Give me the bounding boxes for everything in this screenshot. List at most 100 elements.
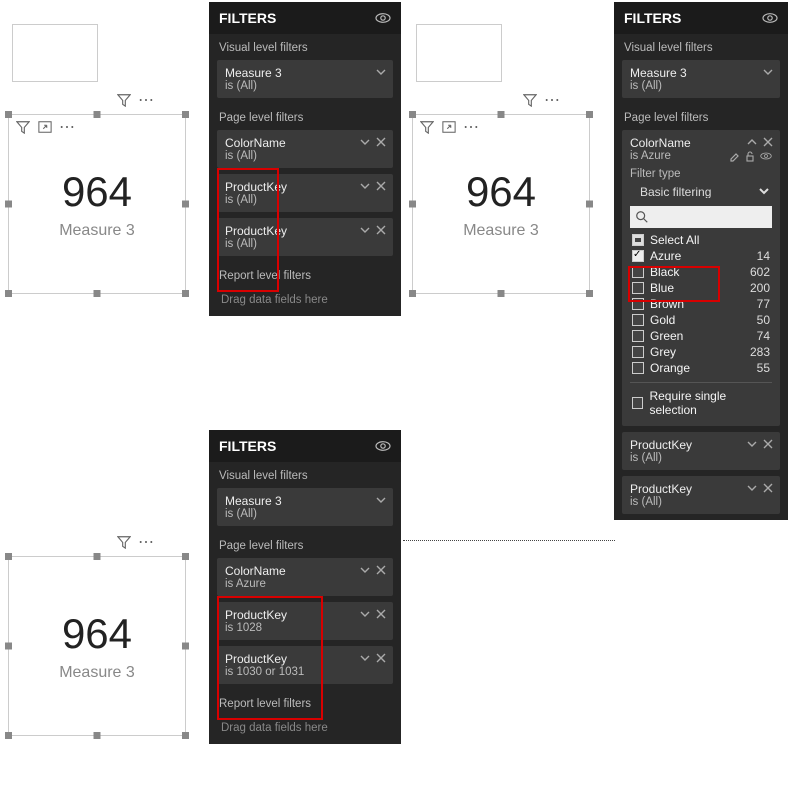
visual-filters-label: Visual level filters <box>614 34 788 60</box>
close-icon[interactable] <box>375 180 387 192</box>
option-label: Select All <box>650 233 699 247</box>
eye-icon[interactable] <box>375 438 391 454</box>
option-count: 14 <box>742 249 770 263</box>
visual-card-3[interactable]: 964 Measure 3 <box>8 556 186 736</box>
eye-icon[interactable] <box>760 150 772 162</box>
filter-measure3[interactable]: Measure 3 is (All) <box>622 60 780 98</box>
chevron-down-icon[interactable] <box>746 482 758 494</box>
focus-mode-icon[interactable] <box>441 119 457 135</box>
page-filters-label: Page level filters <box>209 104 401 130</box>
filter-productkey[interactable]: ProductKey is (All) <box>622 432 780 470</box>
filter-card-title: Measure 3 <box>630 66 772 80</box>
checkbox[interactable] <box>632 346 644 358</box>
checkbox[interactable] <box>632 362 644 374</box>
chevron-down-icon[interactable] <box>375 66 387 78</box>
checkbox[interactable] <box>632 330 644 342</box>
chevron-down-icon[interactable] <box>359 136 371 148</box>
search-box[interactable] <box>630 206 772 228</box>
panel-title: FILTERS <box>219 10 276 26</box>
card-value: 964 <box>466 168 536 216</box>
color-option-row[interactable]: Green74 <box>630 328 772 344</box>
filter-colorname[interactable]: ColorName is Azure <box>217 558 393 596</box>
filter-icon[interactable] <box>116 92 132 108</box>
filter-type-dropdown[interactable]: Basic filtering <box>630 180 772 202</box>
search-input[interactable] <box>630 206 772 228</box>
eye-icon[interactable] <box>762 10 778 26</box>
panel-title: FILTERS <box>219 438 276 454</box>
checkbox[interactable] <box>632 282 644 294</box>
focus-mode-icon[interactable] <box>37 119 53 135</box>
filter-colorname-expanded[interactable]: ColorName is Azure Filter type Basic fil… <box>622 130 780 426</box>
filter-productkey[interactable]: ProductKey is (All) <box>622 476 780 514</box>
filter-productkey[interactable]: ProductKey is (All) <box>217 218 393 256</box>
close-icon[interactable] <box>762 438 774 450</box>
close-icon[interactable] <box>762 136 774 148</box>
panel-title: FILTERS <box>624 10 681 26</box>
chevron-down-icon[interactable] <box>762 66 774 78</box>
eye-icon[interactable] <box>375 10 391 26</box>
panel-header[interactable]: FILTERS <box>614 2 788 34</box>
color-option-row[interactable]: Azure14 <box>630 248 772 264</box>
visual-card-1[interactable]: 964 Measure 3 <box>8 114 186 294</box>
option-count: 74 <box>742 329 770 343</box>
filter-colorname[interactable]: ColorName is (All) <box>217 130 393 168</box>
filter-card-sub: is (All) <box>630 80 772 92</box>
close-icon[interactable] <box>375 564 387 576</box>
more-icon[interactable] <box>59 119 75 135</box>
require-single-row[interactable]: Require single selection <box>630 382 772 418</box>
more-icon[interactable] <box>463 119 479 135</box>
eraser-icon[interactable] <box>728 150 740 162</box>
more-icon[interactable] <box>138 92 154 108</box>
panel-header[interactable]: FILTERS <box>209 430 401 462</box>
chevron-up-icon[interactable] <box>746 136 758 148</box>
checkbox[interactable] <box>632 266 644 278</box>
panel-header[interactable]: FILTERS <box>209 2 401 34</box>
checkbox[interactable] <box>632 314 644 326</box>
color-option-row[interactable]: Brown77 <box>630 296 772 312</box>
filter-productkey[interactable]: ProductKey is (All) <box>217 174 393 212</box>
checkbox[interactable] <box>632 250 644 262</box>
filter-productkey[interactable]: ProductKey is 1030 or 1031 <box>217 646 393 684</box>
drop-zone[interactable]: Drag data fields here <box>209 716 401 744</box>
option-count: 602 <box>742 265 770 279</box>
close-icon[interactable] <box>375 224 387 236</box>
drop-zone[interactable]: Drag data fields here <box>209 288 401 316</box>
color-option-row[interactable]: Blue200 <box>630 280 772 296</box>
chevron-down-icon[interactable] <box>359 224 371 236</box>
chevron-down-icon[interactable] <box>746 438 758 450</box>
filter-card-sub: is Azure <box>225 578 385 590</box>
color-option-row[interactable]: Grey283 <box>630 344 772 360</box>
card-label: Measure 3 <box>59 222 135 240</box>
chevron-down-icon[interactable] <box>359 652 371 664</box>
filter-productkey[interactable]: ProductKey is 1028 <box>217 602 393 640</box>
option-count: 283 <box>742 345 770 359</box>
visual-card-2[interactable]: 964 Measure 3 <box>412 114 590 294</box>
filter-card-sub: is (All) <box>225 150 385 162</box>
chevron-down-icon[interactable] <box>359 564 371 576</box>
color-option-row[interactable]: Orange55 <box>630 360 772 376</box>
filter-measure3[interactable]: Measure 3 is (All) <box>217 60 393 98</box>
filter-icon[interactable] <box>15 119 31 135</box>
color-option-row[interactable]: Black602 <box>630 264 772 280</box>
chevron-down-icon[interactable] <box>359 608 371 620</box>
checkbox[interactable] <box>632 298 644 310</box>
more-icon[interactable] <box>138 534 154 550</box>
chevron-down-icon[interactable] <box>375 494 387 506</box>
option-label: Blue <box>650 281 674 295</box>
filter-icon[interactable] <box>522 92 538 108</box>
close-icon[interactable] <box>375 608 387 620</box>
close-icon[interactable] <box>762 482 774 494</box>
color-option-row[interactable]: Select All <box>630 232 772 248</box>
close-icon[interactable] <box>375 136 387 148</box>
filter-measure3[interactable]: Measure 3 is (All) <box>217 488 393 526</box>
lock-icon[interactable] <box>744 150 756 162</box>
require-single-label: Require single selection <box>649 389 770 417</box>
filter-icon[interactable] <box>116 534 132 550</box>
more-icon[interactable] <box>544 92 560 108</box>
filter-icon[interactable] <box>419 119 435 135</box>
chevron-down-icon[interactable] <box>359 180 371 192</box>
checkbox[interactable] <box>632 397 643 409</box>
checkbox[interactable] <box>632 234 644 246</box>
color-option-row[interactable]: Gold50 <box>630 312 772 328</box>
close-icon[interactable] <box>375 652 387 664</box>
